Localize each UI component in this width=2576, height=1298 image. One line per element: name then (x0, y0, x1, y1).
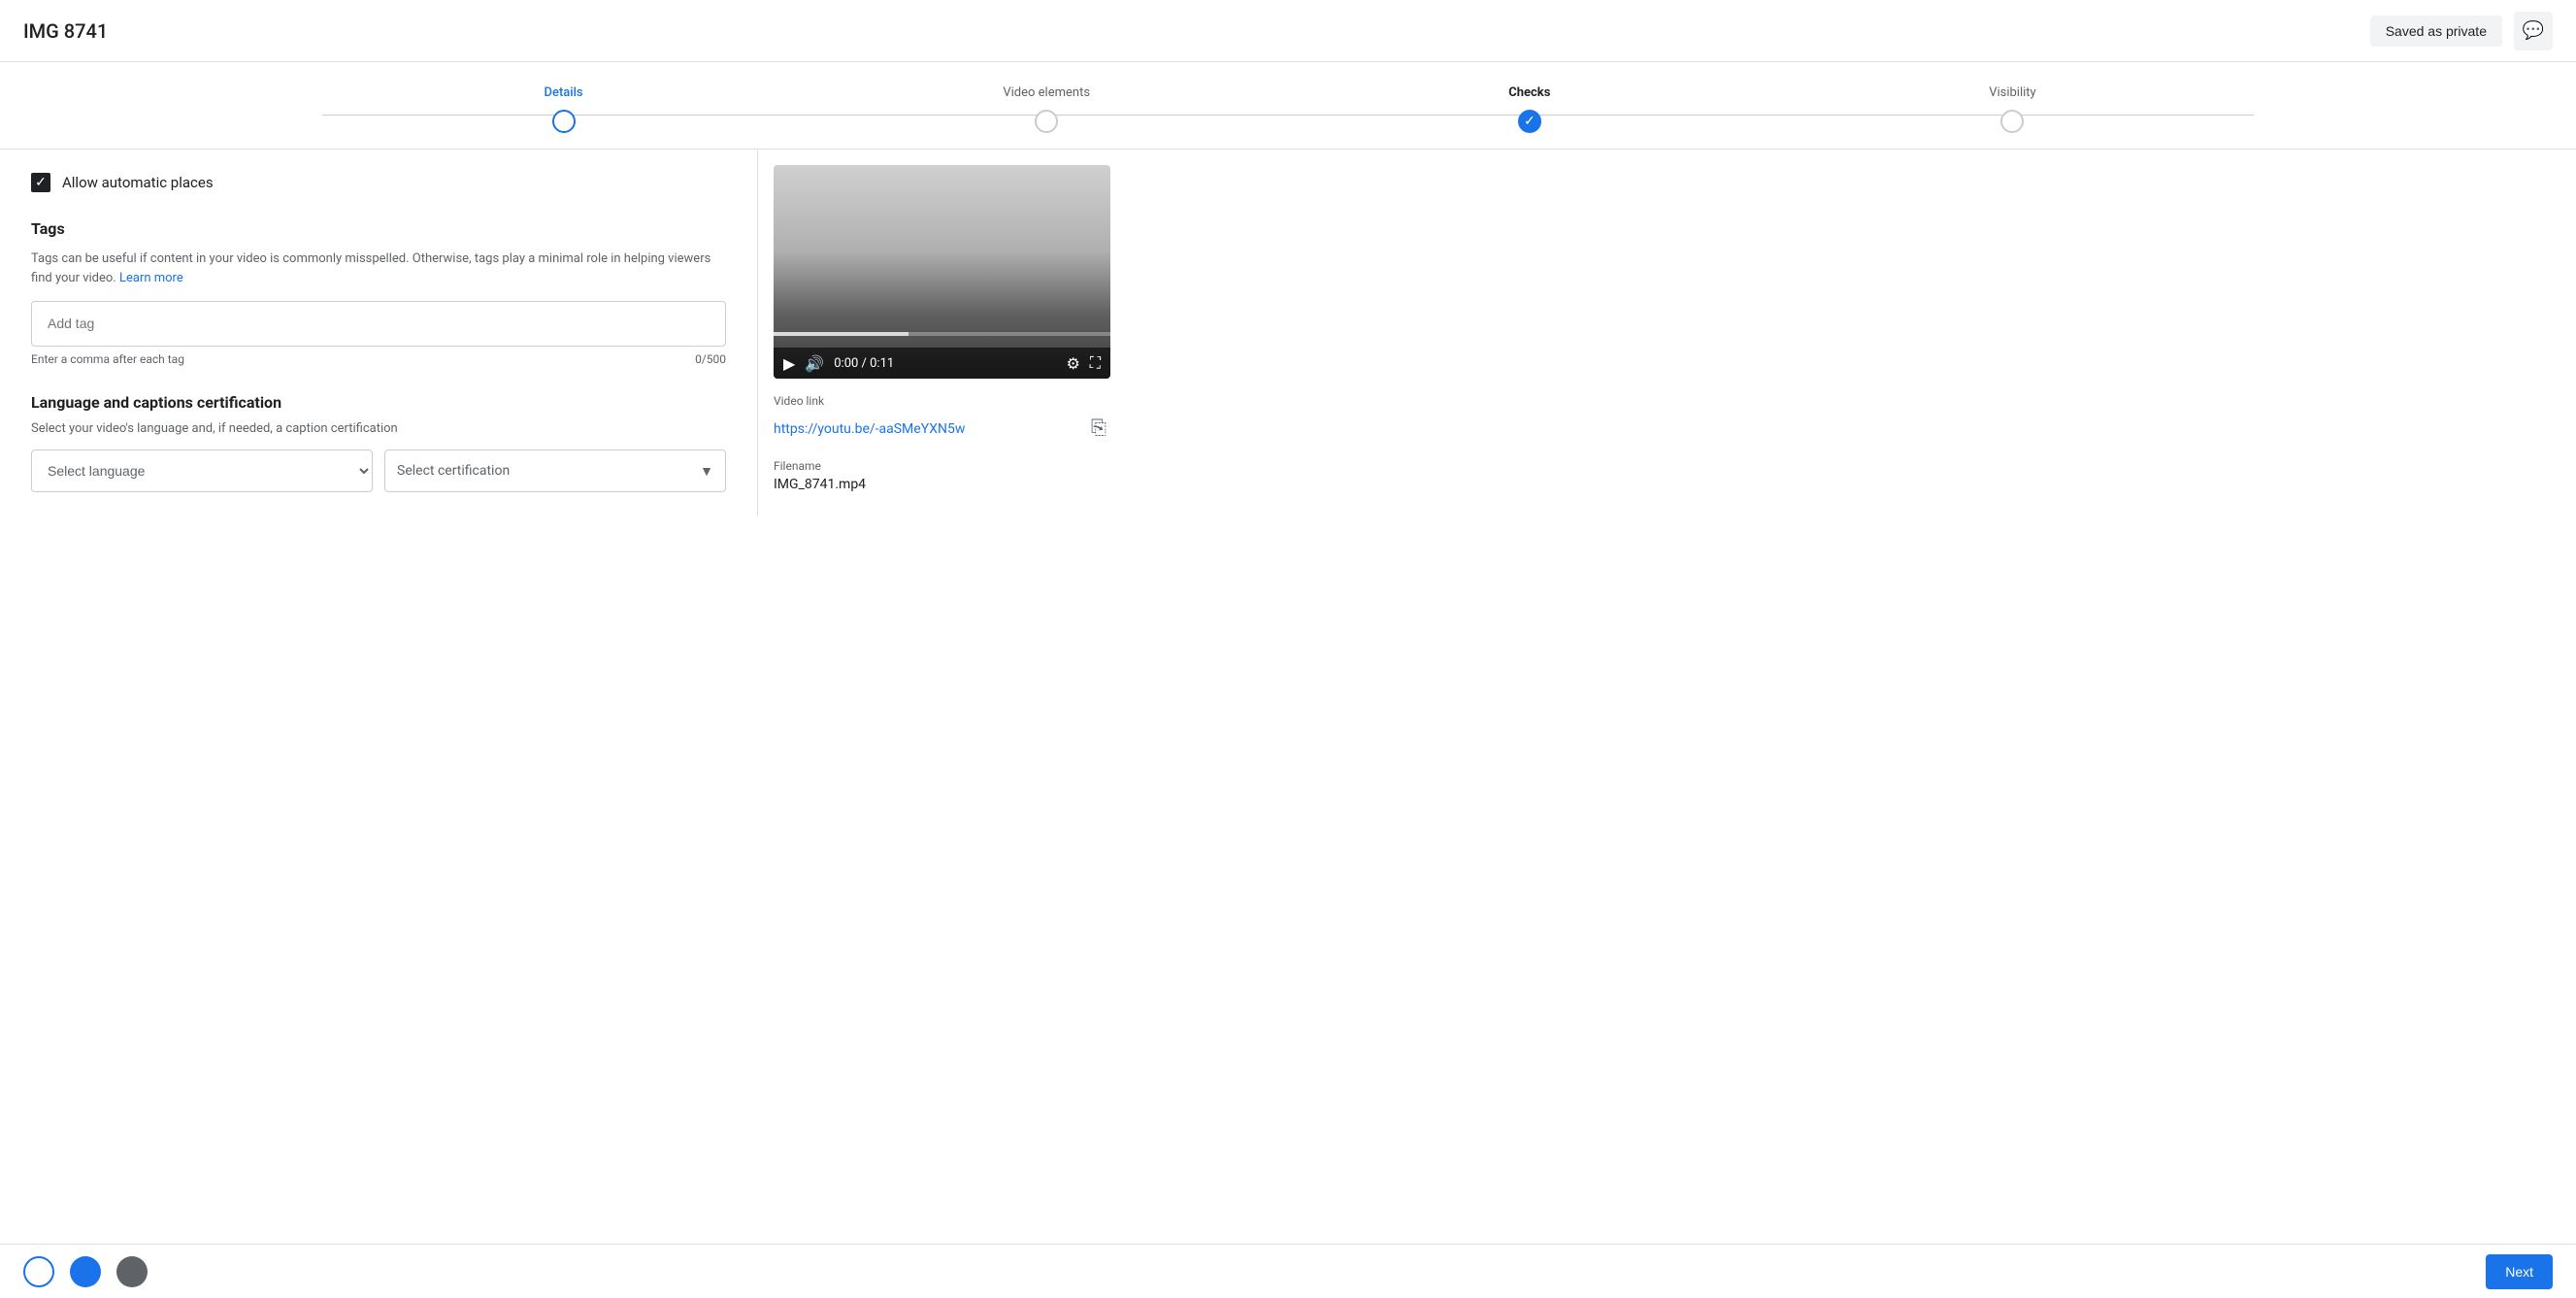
filename-section: Filename IMG_8741.mp4 (774, 459, 1110, 492)
chat-icon-button[interactable]: 💬 (2514, 12, 2553, 50)
volume-icon[interactable]: 🔊 (805, 354, 824, 373)
step-visibility-label: Visibility (1989, 85, 2036, 100)
step-video-elements[interactable]: Video elements (805, 85, 1288, 133)
page-title: IMG 8741 (23, 19, 108, 43)
stepper: Details Video elements Checks ✓ Visibili… (0, 62, 2576, 150)
fullscreen-icon[interactable]: ⛶ (1090, 353, 1101, 373)
captions-dropdown[interactable]: Select certification ▼ (384, 449, 726, 492)
tag-hint-text: Enter a comma after each tag (31, 352, 184, 366)
tag-input-wrapper (31, 301, 726, 347)
step-visibility[interactable]: Visibility (1771, 85, 2255, 133)
nav-circle-details[interactable] (23, 1256, 54, 1287)
step-video-elements-circle (1035, 110, 1058, 133)
captions-chevron: ▼ (700, 463, 713, 480)
allow-automatic-places-label: Allow automatic places (62, 174, 214, 191)
tag-input[interactable] (48, 316, 710, 331)
tags-section: Tags Tags can be useful if content in yo… (31, 219, 726, 366)
copy-icon: ⎘ (1091, 417, 1106, 439)
step-checks-circle: ✓ (1518, 110, 1541, 133)
tags-title: Tags (31, 219, 726, 238)
right-panel: ▶ 🔊 0:00 / 0:11 ⚙ ⛶ Video link https://y… (757, 150, 1126, 516)
bottom-nav: Next (0, 1244, 2576, 1298)
nav-circle-checks[interactable] (70, 1256, 101, 1287)
tag-hint-row: Enter a comma after each tag 0/500 (31, 352, 726, 366)
video-progress-bar[interactable] (774, 332, 1110, 336)
language-desc: Select your video's language and, if nee… (31, 421, 726, 436)
copy-link-button[interactable]: ⎘ (1087, 414, 1110, 444)
step-checks-label: Checks (1508, 85, 1550, 100)
step-checks[interactable]: Checks ✓ (1288, 85, 1771, 133)
language-title: Language and captions certification (31, 393, 726, 412)
allow-automatic-places-row: ✓ Allow automatic places (31, 173, 726, 192)
saved-as-private-button[interactable]: Saved as private (2370, 16, 2502, 47)
left-panel: ✓ Allow automatic places Tags Tags can b… (0, 150, 757, 516)
video-link-label: Video link (774, 394, 1110, 408)
video-player[interactable]: ▶ 🔊 0:00 / 0:11 ⚙ ⛶ (774, 165, 1110, 379)
tags-description: Tags can be useful if content in your vi… (31, 250, 726, 287)
header-actions: Saved as private 💬 (2370, 12, 2553, 50)
stepper-steps: Details Video elements Checks ✓ Visibili… (322, 85, 2255, 133)
next-button[interactable]: Next (2486, 1254, 2553, 1289)
video-link-url[interactable]: https://youtu.be/-aaSMeYXN5w (774, 421, 965, 437)
step-details[interactable]: Details (322, 85, 806, 133)
filename-value: IMG_8741.mp4 (774, 477, 1110, 492)
video-progress-fill (774, 332, 908, 336)
header: IMG 8741 Saved as private 💬 (0, 0, 2576, 62)
language-selects: Select language Select certification ▼ (31, 449, 726, 492)
nav-circle-other[interactable] (116, 1256, 148, 1287)
language-section: Language and captions certification Sele… (31, 393, 726, 492)
step-details-label: Details (545, 85, 583, 100)
checkbox-checkmark: ✓ (35, 176, 47, 189)
step-details-circle (552, 110, 576, 133)
chat-icon: 💬 (2523, 20, 2544, 41)
step-visibility-circle (2000, 110, 2024, 133)
main-layout: ✓ Allow automatic places Tags Tags can b… (0, 150, 2576, 516)
tags-learn-more-link[interactable]: Learn more (119, 271, 183, 285)
video-controls: ▶ 🔊 0:00 / 0:11 ⚙ ⛶ (774, 348, 1110, 379)
settings-icon[interactable]: ⚙ (1066, 354, 1079, 373)
filename-label: Filename (774, 459, 1110, 473)
time-display: 0:00 / 0:11 (834, 356, 1056, 371)
language-dropdown[interactable]: Select language (31, 449, 373, 492)
captions-placeholder: Select certification (397, 463, 510, 479)
allow-automatic-places-checkbox[interactable]: ✓ (31, 173, 50, 192)
video-link-row: https://youtu.be/-aaSMeYXN5w ⎘ (774, 414, 1110, 444)
step-video-elements-label: Video elements (1003, 85, 1090, 100)
play-icon[interactable]: ▶ (783, 354, 795, 373)
tag-count: 0/500 (695, 352, 726, 366)
video-link-section: Video link https://youtu.be/-aaSMeYXN5w … (774, 394, 1110, 444)
